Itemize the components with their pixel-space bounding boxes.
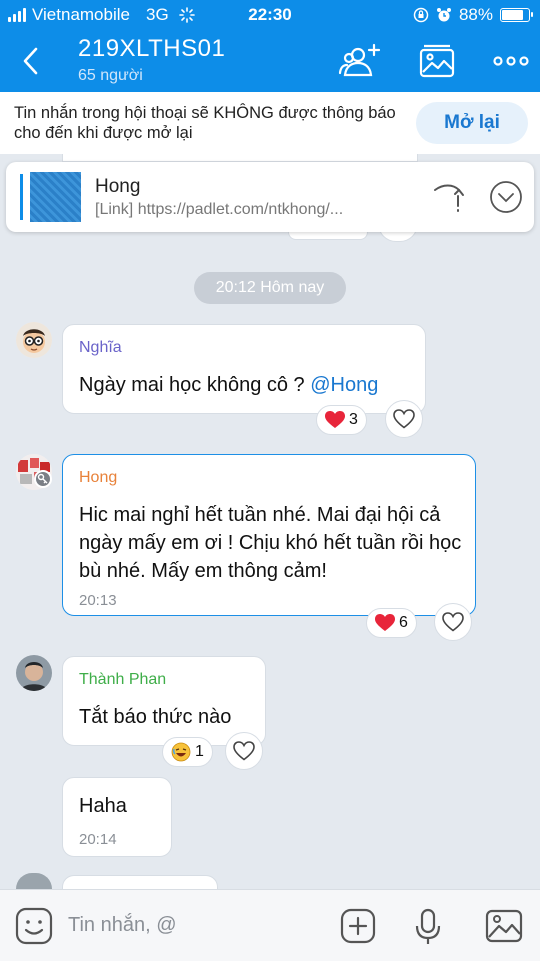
message-bubble-selected[interactable]: Hong Hic mai nghỉ hết tuần nhé. Mai đại … [62,454,476,616]
like-button[interactable] [434,603,472,641]
back-icon[interactable] [16,44,46,78]
emoji-sticker-icon[interactable] [14,906,54,946]
more-icon[interactable] [488,42,534,80]
message-time: 20:14 [79,831,117,848]
message-time: 20:13 [79,592,117,609]
avatar-partial [16,873,52,889]
message-text: Haha [79,795,127,817]
reaction-count: 6 [399,614,408,631]
chevron-down-icon[interactable] [489,180,523,214]
pinned-message[interactable]: Hong [Link] https://padlet.com/ntkhong/.… [6,162,534,232]
status-right: 88% [413,5,533,25]
message-bubble[interactable]: Nghĩa Ngày mai học không cô ? @Hong [62,324,426,414]
previous-message-edge [62,154,418,162]
image-icon[interactable] [484,906,524,946]
message-bubble[interactable]: Haha 20:14 [62,777,172,857]
add-member-icon[interactable] [338,42,384,80]
message-body: Ngày mai học không cô ? [79,374,311,396]
like-button[interactable] [385,400,423,438]
message-text: Tắt báo thức nào [79,706,232,728]
sender-name[interactable]: Hong [79,469,117,487]
unmute-button[interactable]: Mở lại [416,102,528,144]
next-message-edge [62,875,218,889]
reaction-count: 1 [195,743,204,760]
battery-icon [500,8,533,22]
pinned-sender: Hong [95,176,141,197]
member-count: 65 người [78,67,143,84]
chat-header: 219XLTHS01 65 người [0,30,540,92]
mention-link[interactable]: @Hong [310,374,378,396]
reaction-count: 3 [349,411,358,428]
heart-outline-icon [442,612,464,632]
microphone-icon[interactable] [408,906,448,946]
key-badge-icon [34,470,52,488]
heart-outline-icon [233,741,255,761]
add-attachment-icon[interactable] [338,906,378,946]
battery-percent: 88% [458,5,493,24]
pinned-accent-bar [20,174,23,220]
like-button[interactable] [225,732,263,770]
reaction-summary[interactable]: 6 [366,608,417,638]
avatar-thanh-phan[interactable] [16,655,52,691]
message-bubble[interactable]: Thành Phan Tắt báo thức nào [62,656,266,746]
mute-banner: Tin nhắn trong hội thoại sẽ KHÔNG được t… [0,92,540,154]
heart-outline-icon [393,409,415,429]
laughing-emoji-icon [171,742,191,762]
group-title[interactable]: 219XLTHS01 [78,35,225,63]
pinned-thumbnail [30,172,81,222]
avatar-nghia[interactable] [16,322,52,358]
status-bar: Vietnamobile 3G 22:30 88% [0,0,540,30]
reaction-summary[interactable]: 3 [316,405,367,435]
time-divider: 20:12 Hôm nay [194,272,346,304]
heart-icon [375,614,395,631]
reaction-summary[interactable]: 1 [162,737,213,767]
heart-icon [325,411,345,428]
gallery-icon[interactable] [415,42,461,80]
rotation-lock-icon [413,7,429,23]
message-text: Hic mai nghỉ hết tuần nhé. Mai đại hội c… [79,504,462,582]
alarm-icon [436,8,451,22]
pinned-preview: [Link] https://padlet.com/ntkhong/... [95,201,344,218]
sender-name[interactable]: Thành Phan [79,671,166,689]
message-input[interactable]: Tin nhắn, @ [68,914,177,937]
message-input-bar: Tin nhắn, @ [0,889,540,961]
mute-banner-text: Tin nhắn trong hội thoại sẽ KHÔNG được t… [14,104,396,142]
message-text: Ngày mai học không cô ? @Hong [79,371,378,399]
sender-name[interactable]: Nghĩa [79,339,122,357]
pin-icon[interactable] [431,180,467,214]
